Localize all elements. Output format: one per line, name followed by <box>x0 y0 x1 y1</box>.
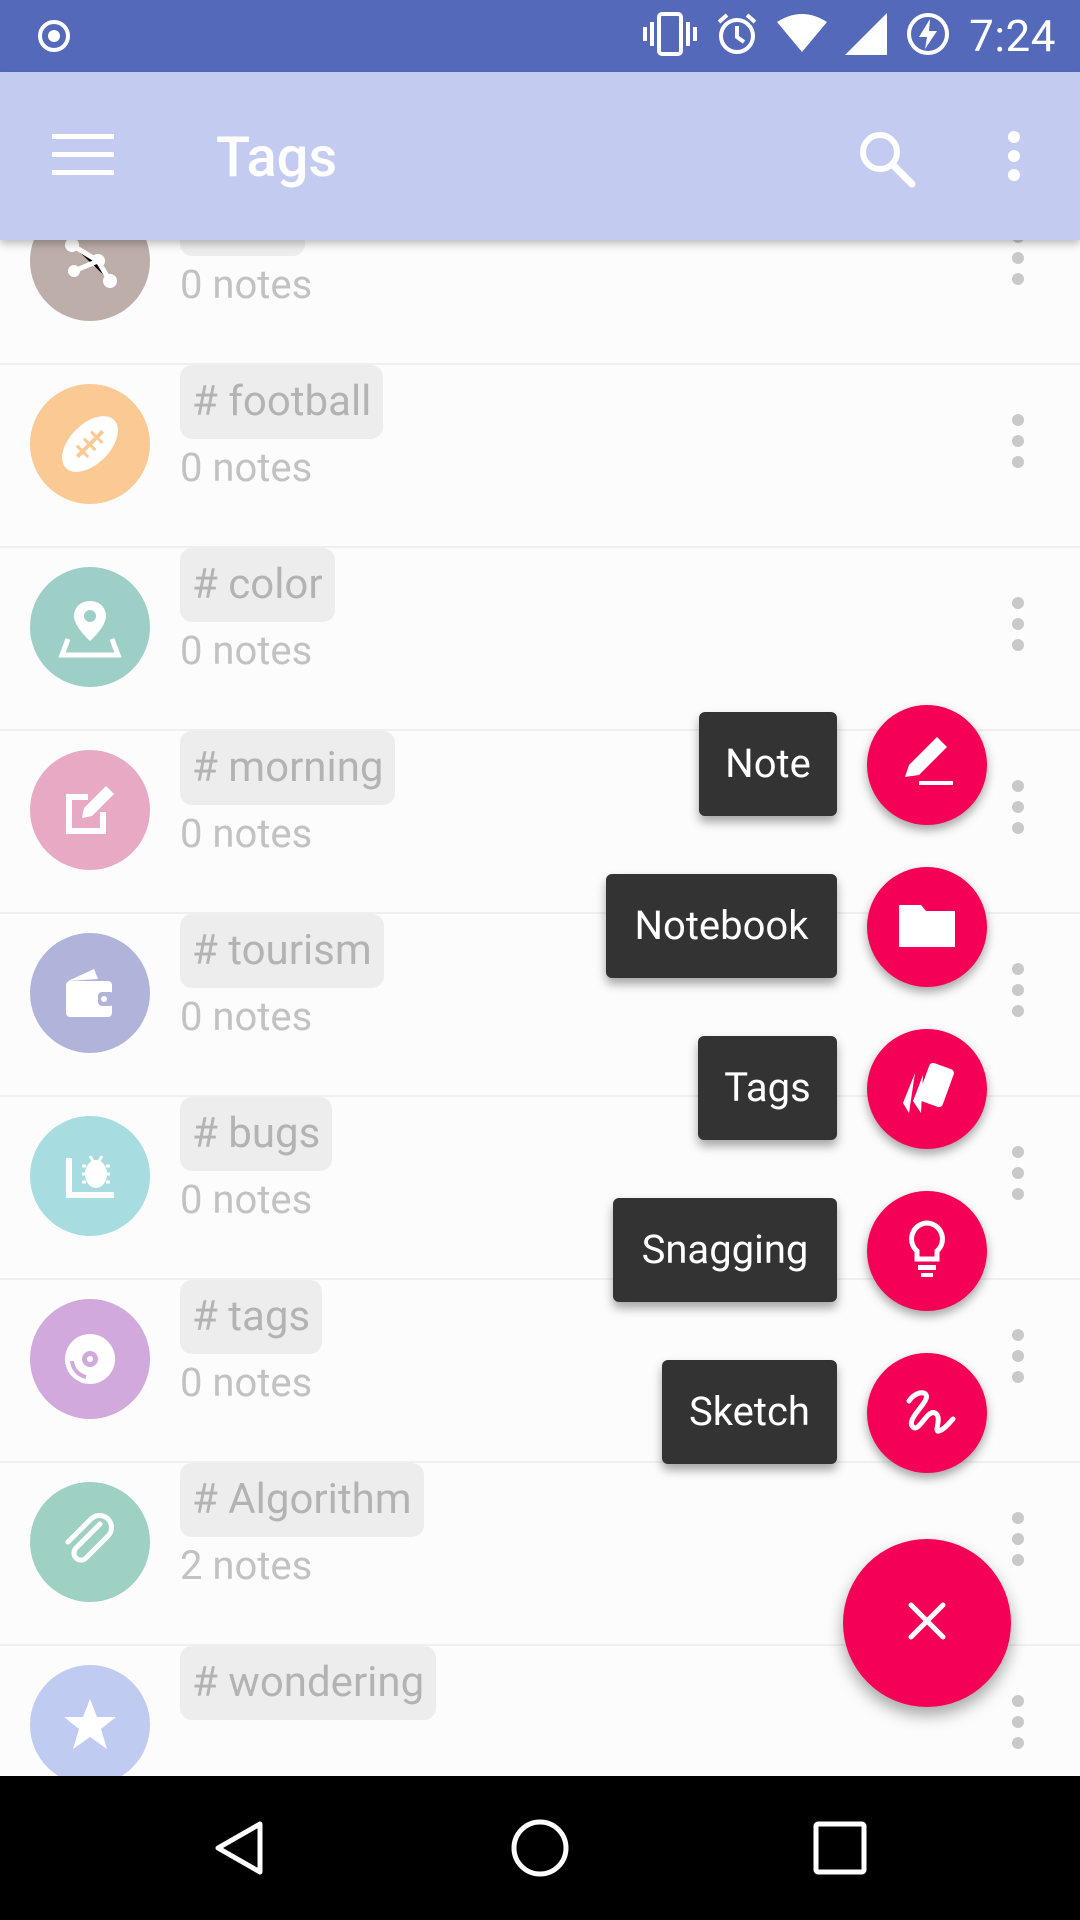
signal-icon <box>845 13 888 59</box>
row-more-icon[interactable] <box>1012 240 1024 285</box>
share-nodes-icon <box>30 240 150 321</box>
lightbulb-icon <box>895 1217 959 1285</box>
note-count: 0 notes <box>180 261 313 308</box>
disc-icon <box>30 1299 150 1419</box>
vibrate-icon <box>643 12 698 60</box>
row-more-icon[interactable] <box>1012 780 1024 834</box>
sketch-icon <box>895 1379 959 1447</box>
note-count: 0 notes <box>180 627 313 674</box>
tag-name: # bugs <box>180 1097 333 1171</box>
row-more-icon[interactable] <box>1012 963 1024 1017</box>
home-icon[interactable] <box>504 1812 576 1884</box>
star-icon <box>30 1665 150 1776</box>
note-count: 0 notes <box>180 1176 313 1223</box>
page-title: Tags <box>216 124 338 190</box>
folder-icon <box>895 893 959 961</box>
row-more-icon[interactable] <box>1012 414 1024 468</box>
menu-icon[interactable] <box>52 134 114 180</box>
more-vert-icon[interactable] <box>1004 130 1024 186</box>
list-item[interactable]: # football 0 notes <box>0 363 1080 548</box>
clock: 7:24 <box>969 10 1056 62</box>
wifi-icon <box>777 14 828 58</box>
close-icon <box>907 1601 947 1645</box>
note-count: 2 notes <box>180 1542 313 1589</box>
tag-name: # football <box>180 365 384 439</box>
sketch-action-label[interactable]: Sketch <box>662 1360 837 1464</box>
note-count: 0 notes <box>180 444 313 491</box>
app-bar: Tags <box>0 72 1080 240</box>
row-more-icon[interactable] <box>1012 1695 1024 1749</box>
snagging-action-label[interactable]: Snagging <box>613 1198 837 1302</box>
navigation-bar <box>0 1776 1080 1920</box>
notebook-action-label[interactable]: Notebook <box>606 874 837 978</box>
bug-icon <box>30 1116 150 1236</box>
battery-charging-icon <box>905 11 951 61</box>
search-icon[interactable] <box>856 128 916 192</box>
paperclip-icon <box>30 1482 150 1602</box>
row-more-icon[interactable] <box>1012 597 1024 651</box>
list-item[interactable]: # color 0 notes <box>0 546 1080 731</box>
close-fab[interactable] <box>843 1539 1011 1707</box>
recents-icon[interactable] <box>804 1812 876 1884</box>
alarm-icon <box>715 12 759 60</box>
pencil-icon <box>895 731 959 799</box>
tag-name: # link <box>180 240 306 256</box>
tag-name: # color <box>180 548 335 622</box>
tag-name: # tags <box>180 1280 323 1354</box>
tags-icon <box>895 1055 959 1123</box>
row-more-icon[interactable] <box>1012 1329 1024 1383</box>
note-action-label[interactable]: Note <box>699 712 837 816</box>
note-count: 0 notes <box>180 1359 313 1406</box>
edit-icon <box>30 750 150 870</box>
back-icon[interactable] <box>204 1812 276 1884</box>
tags-fab[interactable] <box>867 1029 987 1149</box>
tag-name: # wondering <box>180 1646 437 1720</box>
sketch-fab[interactable] <box>867 1353 987 1473</box>
note-fab[interactable] <box>867 705 987 825</box>
notebook-fab[interactable] <box>867 867 987 987</box>
note-count: 0 notes <box>180 810 313 857</box>
notification-dot-icon <box>36 18 72 58</box>
note-count: 0 notes <box>180 993 313 1040</box>
tag-name: # morning <box>180 731 396 805</box>
row-more-icon[interactable] <box>1012 1146 1024 1200</box>
snagging-fab[interactable] <box>867 1191 987 1311</box>
football-icon <box>30 384 150 504</box>
wallet-icon <box>30 933 150 1053</box>
tag-name: # Algorithm <box>180 1463 424 1537</box>
status-bar: 7:24 <box>0 0 1080 72</box>
list-item[interactable]: # link 0 notes <box>0 240 1080 365</box>
tags-action-label[interactable]: Tags <box>698 1036 837 1140</box>
row-more-icon[interactable] <box>1012 1512 1024 1566</box>
tag-name: # tourism <box>180 914 384 988</box>
map-pin-icon <box>30 567 150 687</box>
